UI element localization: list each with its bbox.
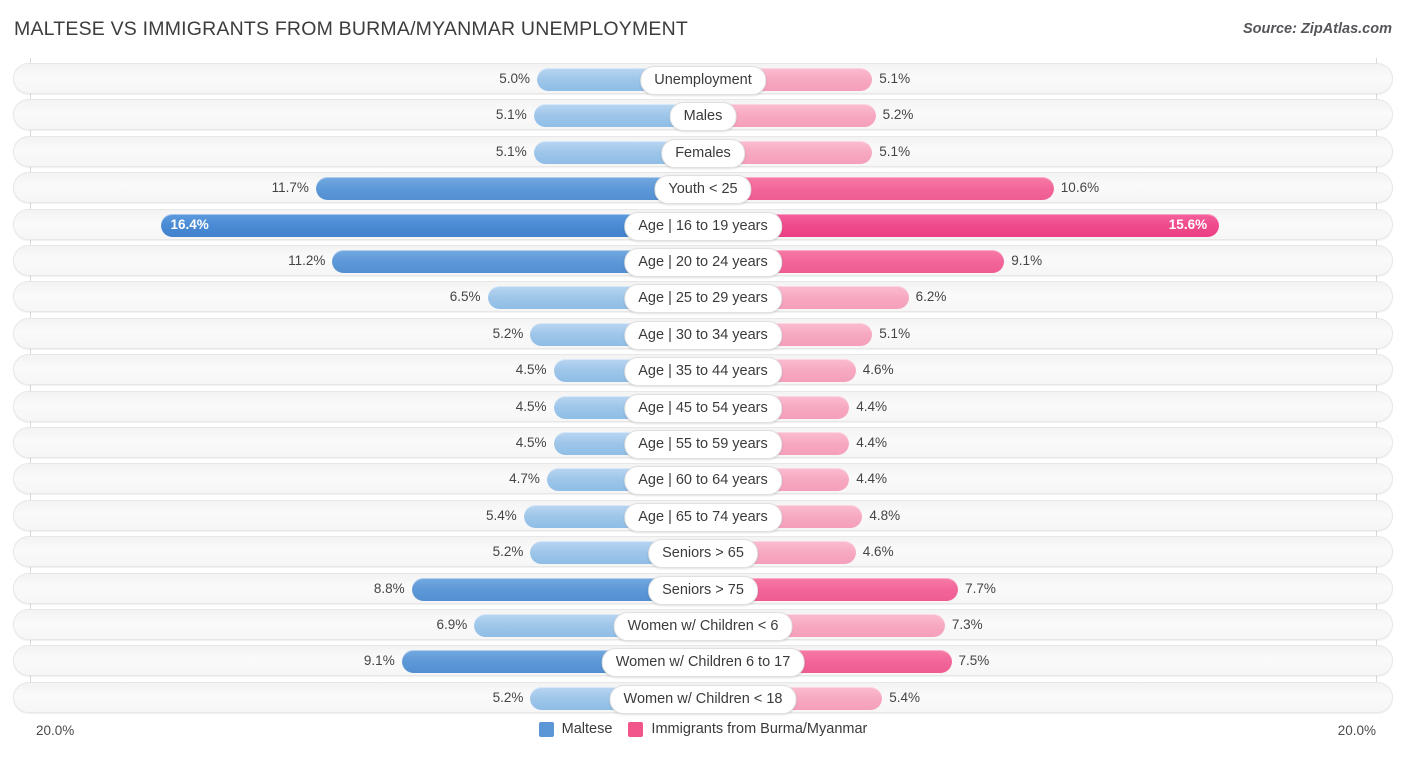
page-title: MALTESE VS IMMIGRANTS FROM BURMA/MYANMAR… <box>14 18 689 40</box>
value-label-immigrants: 15.6% <box>1168 216 1208 232</box>
value-label-maltese: 16.4% <box>170 216 209 232</box>
value-label-maltese: 5.4% <box>486 507 517 523</box>
row-category-label: Females <box>661 138 745 168</box>
row-category-label: Age | 25 to 29 years <box>624 284 782 314</box>
value-label-immigrants: 7.5% <box>958 653 990 669</box>
value-label-immigrants: 6.2% <box>915 289 947 305</box>
row-category-label: Age | 16 to 19 years <box>624 211 782 241</box>
legend-label: Maltese <box>561 721 613 737</box>
value-label-immigrants: 4.4% <box>856 435 887 450</box>
bar-maltese[interactable] <box>315 177 702 201</box>
value-label-maltese: 5.1% <box>495 143 527 159</box>
chart-row[interactable]: 5.1% 5.1% Females <box>13 135 1393 168</box>
chart-row[interactable]: 5.2% 5.1% Age | 30 to 34 years <box>13 317 1393 350</box>
chart-row[interactable]: 5.2% 5.4% Women w/ Children < 18 <box>13 681 1393 714</box>
bar-maltese[interactable] <box>160 213 702 237</box>
chart-row[interactable]: 11.2% 9.1% Age | 20 to 24 years <box>13 245 1393 277</box>
value-label-maltese: 4.5% <box>515 435 547 450</box>
row-category-label: Seniors > 65 <box>648 539 758 569</box>
value-label-maltese: 8.8% <box>373 580 405 596</box>
chart-header: MALTESE VS IMMIGRANTS FROM BURMA/MYANMAR… <box>0 0 1406 58</box>
value-label-maltese: 5.2% <box>492 689 524 705</box>
chart-row[interactable]: 9.1% 7.5% Women w/ Children 6 to 17 <box>13 645 1393 678</box>
chart-plot-area: 5.0% 5.1% Unemployment 5.1% 5.2% Males 5.1% 5.1… <box>0 58 1406 718</box>
value-label-immigrants: 4.4% <box>856 471 887 487</box>
chart-footer: 20.0% 20.0% Maltese Immigrants from Burm… <box>0 718 1406 757</box>
value-label-maltese: 9.1% <box>363 653 395 669</box>
row-category-label: Age | 35 to 44 years <box>624 357 782 387</box>
value-label-maltese: 4.7% <box>509 471 540 487</box>
row-category-label: Age | 65 to 74 years <box>624 502 782 532</box>
chart-row[interactable]: 5.2% 4.6% Seniors > 65 <box>13 536 1393 569</box>
value-label-immigrants: 7.3% <box>951 617 983 632</box>
legend-item-maltese[interactable]: Maltese <box>538 721 613 737</box>
row-category-label: Age | 45 to 54 years <box>624 393 782 423</box>
row-category-label: Males <box>669 102 737 132</box>
value-label-maltese: 6.9% <box>436 617 468 632</box>
legend-label: Immigrants from Burma/Myanmar <box>651 721 868 737</box>
row-category-label: Age | 60 to 64 years <box>624 466 782 496</box>
row-category-label: Women w/ Children < 18 <box>609 684 797 714</box>
value-label-maltese: 5.2% <box>492 544 524 560</box>
legend-item-immigrants-burma-myanmar[interactable]: Immigrants from Burma/Myanmar <box>628 721 867 737</box>
chart-row[interactable]: 16.4% 15.6% Age | 16 to 19 years <box>13 208 1393 241</box>
value-label-immigrants: 9.1% <box>1011 253 1043 268</box>
row-category-label: Age | 30 to 34 years <box>624 320 782 350</box>
value-label-maltese: 5.2% <box>492 325 524 341</box>
row-category-label: Age | 20 to 24 years <box>624 248 782 277</box>
chart-row[interactable]: 5.1% 5.2% Males <box>13 99 1393 132</box>
value-label-immigrants: 5.4% <box>889 689 920 705</box>
value-label-immigrants: 7.7% <box>965 580 996 596</box>
value-label-immigrants: 4.4% <box>856 398 887 414</box>
value-label-maltese: 5.0% <box>499 71 530 86</box>
chart-row[interactable]: 5.0% 5.1% Unemployment <box>13 63 1393 95</box>
value-label-maltese: 6.5% <box>449 289 481 305</box>
chart-row[interactable]: 6.9% 7.3% Women w/ Children < 6 <box>13 609 1393 641</box>
value-label-immigrants: 5.2% <box>882 107 914 123</box>
value-label-maltese: 4.5% <box>515 398 547 414</box>
value-label-immigrants: 5.1% <box>879 143 911 159</box>
chart-row[interactable]: 4.5% 4.6% Age | 35 to 44 years <box>13 354 1393 387</box>
legend-swatch-icon <box>538 721 554 737</box>
value-label-maltese: 11.7% <box>271 180 309 196</box>
chart-legend: Maltese Immigrants from Burma/Myanmar <box>0 721 1406 737</box>
row-category-label: Unemployment <box>640 66 766 95</box>
row-category-label: Youth < 25 <box>654 175 752 205</box>
value-label-immigrants: 4.6% <box>862 362 894 378</box>
row-category-label: Women w/ Children 6 to 17 <box>601 648 805 678</box>
value-label-immigrants: 4.6% <box>862 544 894 560</box>
legend-swatch-icon <box>628 721 644 737</box>
row-category-label: Women w/ Children < 6 <box>613 612 793 641</box>
chart-row[interactable]: 5.4% 4.8% Age | 65 to 74 years <box>13 499 1393 532</box>
value-label-immigrants: 5.1% <box>879 325 911 341</box>
value-label-maltese: 4.5% <box>515 362 547 378</box>
chart-row[interactable]: 4.7% 4.4% Age | 60 to 64 years <box>13 463 1393 496</box>
row-category-label: Seniors > 75 <box>648 575 758 605</box>
value-label-maltese: 5.1% <box>495 107 527 123</box>
bar-immigrants[interactable] <box>704 177 1054 201</box>
chart-row[interactable]: 4.5% 4.4% Age | 55 to 59 years <box>13 427 1393 459</box>
source-attribution: Source: ZipAtlas.com <box>1242 21 1392 37</box>
value-label-maltese: 11.2% <box>288 253 326 268</box>
chart-row[interactable]: 11.7% 10.6% Youth < 25 <box>13 172 1393 205</box>
chart-row[interactable]: 8.8% 7.7% Seniors > 75 <box>13 572 1393 605</box>
chart-row[interactable]: 6.5% 6.2% Age | 25 to 29 years <box>13 281 1393 314</box>
row-category-label: Age | 55 to 59 years <box>624 430 782 459</box>
value-label-immigrants: 4.8% <box>869 507 901 523</box>
value-label-immigrants: 5.1% <box>879 71 911 86</box>
value-label-immigrants: 10.6% <box>1060 180 1100 196</box>
chart-row[interactable]: 4.5% 4.4% Age | 45 to 54 years <box>13 390 1393 423</box>
